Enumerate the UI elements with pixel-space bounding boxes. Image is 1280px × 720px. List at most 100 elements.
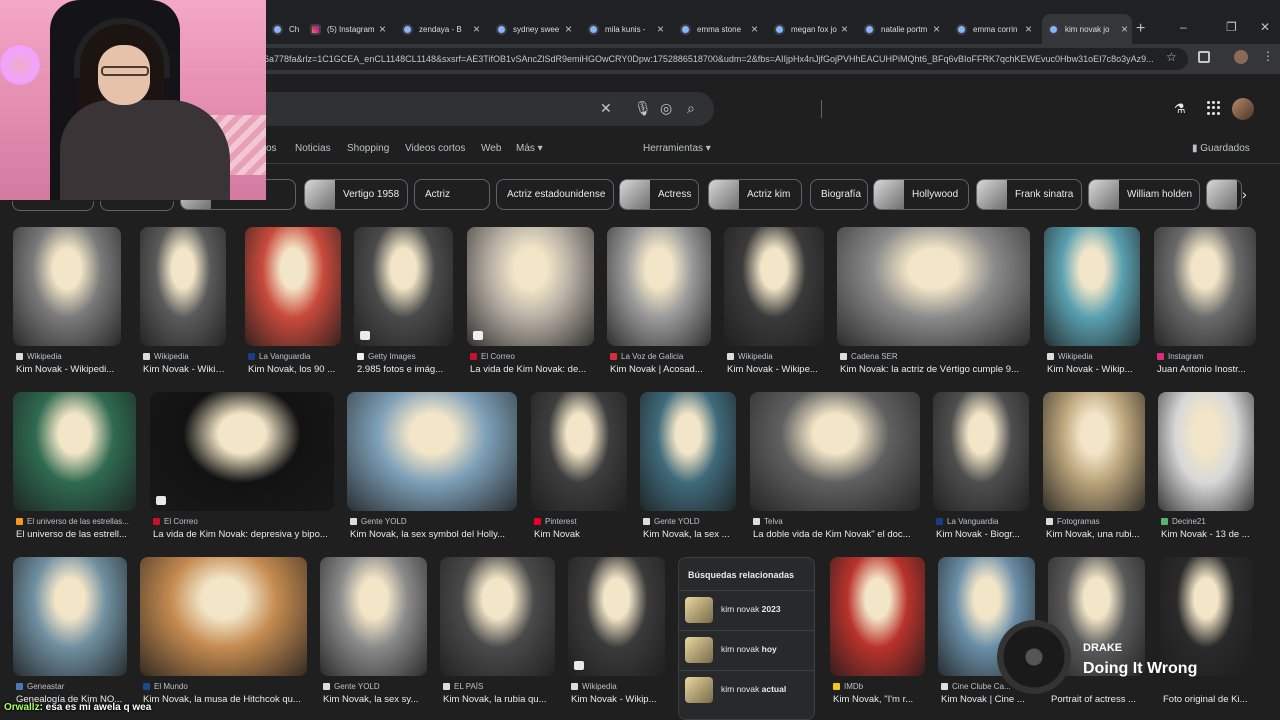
- result-thumbnail[interactable]: [140, 557, 307, 676]
- image-result[interactable]: El Correo La vida de Kim Novak: de...: [467, 227, 594, 378]
- image-result[interactable]: Wikipedia Kim Novak - Wikipedi...: [13, 227, 121, 378]
- tools-button[interactable]: Herramientas ▾: [643, 143, 711, 154]
- profile-icon[interactable]: [1234, 50, 1248, 64]
- result-title[interactable]: Kim Novak - Wikip...: [571, 694, 664, 705]
- result-thumbnail[interactable]: [1154, 227, 1256, 346]
- result-thumbnail[interactable]: [245, 227, 341, 346]
- browser-tab[interactable]: zendaya - B ×: [396, 14, 484, 44]
- browser-tab[interactable]: Ch×: [266, 14, 300, 44]
- related-item[interactable]: kim novak actual: [679, 670, 814, 708]
- restore-icon[interactable]: ❐: [1226, 20, 1237, 34]
- filter-chip[interactable]: Biografía: [810, 179, 868, 210]
- search-icon[interactable]: ⌕: [687, 100, 695, 117]
- result-title[interactable]: Kim Novak | Acosad...: [610, 364, 710, 375]
- tab-web[interactable]: Web: [481, 143, 501, 154]
- result-thumbnail[interactable]: [140, 227, 226, 346]
- image-result[interactable]: Geneastar Genealogía de Kim NO...: [13, 557, 127, 708]
- browser-menu-icon[interactable]: ⋮: [1262, 49, 1274, 63]
- result-thumbnail[interactable]: [640, 392, 736, 511]
- minimize-icon[interactable]: –: [1180, 20, 1187, 34]
- tab-images[interactable]: os: [266, 143, 277, 154]
- image-result[interactable]: El Correo La vida de Kim Novak: depresiva…: [150, 392, 334, 543]
- browser-tab[interactable]: natalie portm ×: [858, 14, 944, 44]
- image-result[interactable]: IMDb Kim Novak, "I'm r...: [830, 557, 925, 708]
- result-title[interactable]: Kim Novak: [534, 529, 626, 540]
- browser-tab[interactable]: sydney swee ×: [490, 14, 576, 44]
- result-title[interactable]: Kim Novak - Wikip...: [143, 364, 225, 375]
- close-window-icon[interactable]: ✕: [1260, 20, 1270, 34]
- image-result[interactable]: Pinterest Kim Novak: [531, 392, 627, 543]
- result-title[interactable]: Kim Novak, la musa de Hitchcok qu...: [143, 694, 306, 705]
- image-result[interactable]: La Vanguardia Kim Novak - Biogr...: [933, 392, 1029, 543]
- close-tab-icon[interactable]: ×: [657, 22, 668, 36]
- result-thumbnail[interactable]: [933, 392, 1029, 511]
- result-thumbnail[interactable]: [13, 227, 121, 346]
- extensions-icon[interactable]: [1198, 51, 1210, 63]
- image-result[interactable]: Cadena SER Kim Novak: la actriz de Vértig…: [837, 227, 1030, 378]
- close-tab-icon[interactable]: ×: [841, 22, 852, 36]
- bookmark-star-icon[interactable]: ☆: [1166, 50, 1177, 64]
- close-tab-icon[interactable]: ×: [1025, 22, 1036, 36]
- result-thumbnail[interactable]: [568, 557, 665, 676]
- labs-icon[interactable]: ⚗: [1174, 101, 1186, 117]
- result-thumbnail[interactable]: [150, 392, 334, 511]
- close-tab-icon[interactable]: ×: [933, 22, 944, 36]
- result-title[interactable]: Kim Novak, "I'm r...: [833, 694, 924, 705]
- tab-more[interactable]: Más ▾: [516, 143, 543, 154]
- chevron-right-icon[interactable]: ›: [1242, 186, 1247, 202]
- browser-tab[interactable]: megan fox jo ×: [768, 14, 852, 44]
- image-result[interactable]: La Vanguardia Kim Novak, los 90 ...: [245, 227, 341, 378]
- image-result[interactable]: Getty Images 2.985 fotos e imág...: [354, 227, 453, 378]
- related-item[interactable]: kim novak hoy: [679, 630, 814, 668]
- result-thumbnail[interactable]: [724, 227, 824, 346]
- image-result[interactable]: El universo de las estrellas... El univer…: [13, 392, 136, 543]
- result-title[interactable]: Kim Novak: la actriz de Vértigo cumple 9…: [840, 364, 1029, 375]
- result-thumbnail[interactable]: [467, 227, 594, 346]
- image-result[interactable]: Instagram Juan Antonio Inostr...: [1154, 227, 1256, 378]
- filter-chip[interactable]: [1206, 179, 1242, 210]
- image-result[interactable]: Gente YOLD Kim Novak, la sex symbol del H…: [347, 392, 517, 543]
- result-thumbnail[interactable]: [531, 392, 627, 511]
- result-title[interactable]: 2.985 fotos e imág...: [357, 364, 452, 375]
- result-thumbnail[interactable]: [320, 557, 427, 676]
- result-title[interactable]: La vida de Kim Novak: depresiva y bipo..…: [153, 529, 333, 540]
- image-result[interactable]: Wikipedia Kim Novak - Wikip...: [140, 227, 226, 378]
- mic-icon[interactable]: 🎙: [634, 100, 652, 117]
- tab-news[interactable]: Noticias: [295, 143, 331, 154]
- image-result[interactable]: EL PAÍS Kim Novak, la rubia qu...: [440, 557, 555, 708]
- close-tab-icon[interactable]: ×: [299, 22, 300, 36]
- browser-tab[interactable]: emma stone ×: [674, 14, 762, 44]
- filter-chip[interactable]: Hollywood: [873, 179, 969, 210]
- new-tab-icon[interactable]: +: [1136, 20, 1145, 38]
- apps-icon[interactable]: [1207, 101, 1221, 115]
- image-result[interactable]: Wikipedia Kim Novak - Wikip...: [1044, 227, 1140, 378]
- image-result[interactable]: Wikipedia Kim Novak - Wikip...: [568, 557, 665, 708]
- browser-tab[interactable]: mila kunis - ×: [582, 14, 668, 44]
- image-result[interactable]: El Mundo Kim Novak, la musa de Hitchcok q…: [140, 557, 307, 708]
- related-item[interactable]: kim novak 2023: [679, 590, 814, 628]
- filter-chip[interactable]: Actress: [619, 179, 699, 210]
- filter-chip[interactable]: William holden: [1088, 179, 1200, 210]
- image-result[interactable]: Telva La doble vida de Kim Novak" el doc.…: [750, 392, 920, 543]
- search-input[interactable]: ✕ 🎙 ◎ ⌕: [200, 92, 822, 126]
- result-title[interactable]: Kim Novak - Biogr...: [936, 529, 1028, 540]
- result-title[interactable]: Kim Novak - Wikip...: [1047, 364, 1139, 375]
- result-thumbnail[interactable]: [830, 557, 925, 676]
- browser-tab[interactable]: kim novak jo ×: [1042, 14, 1132, 44]
- result-thumbnail[interactable]: [837, 227, 1030, 346]
- result-thumbnail[interactable]: [440, 557, 555, 676]
- url-field[interactable]: 6a778fa&rlz=1C1GCEA_enCL1148CL1148&sxsrf…: [200, 48, 1188, 70]
- result-thumbnail[interactable]: [13, 392, 136, 511]
- image-result[interactable]: Gente YOLD Kim Novak, la sex ...: [640, 392, 736, 543]
- image-result[interactable]: Gente YOLD Kim Novak, la sex sy...: [320, 557, 427, 708]
- tab-short-videos[interactable]: Videos cortos: [405, 143, 465, 154]
- result-thumbnail[interactable]: [1044, 227, 1140, 346]
- result-title[interactable]: Kim Novak, una rubi...: [1046, 529, 1144, 540]
- result-title[interactable]: La doble vida de Kim Novak" el doc...: [753, 529, 919, 540]
- close-tab-icon[interactable]: ×: [379, 22, 390, 36]
- result-thumbnail[interactable]: [13, 557, 127, 676]
- result-thumbnail[interactable]: [1043, 392, 1145, 511]
- lens-icon[interactable]: ◎: [660, 100, 672, 117]
- image-result[interactable]: La Voz de Galicia Kim Novak | Acosad...: [607, 227, 711, 378]
- close-tab-icon[interactable]: ×: [565, 22, 576, 36]
